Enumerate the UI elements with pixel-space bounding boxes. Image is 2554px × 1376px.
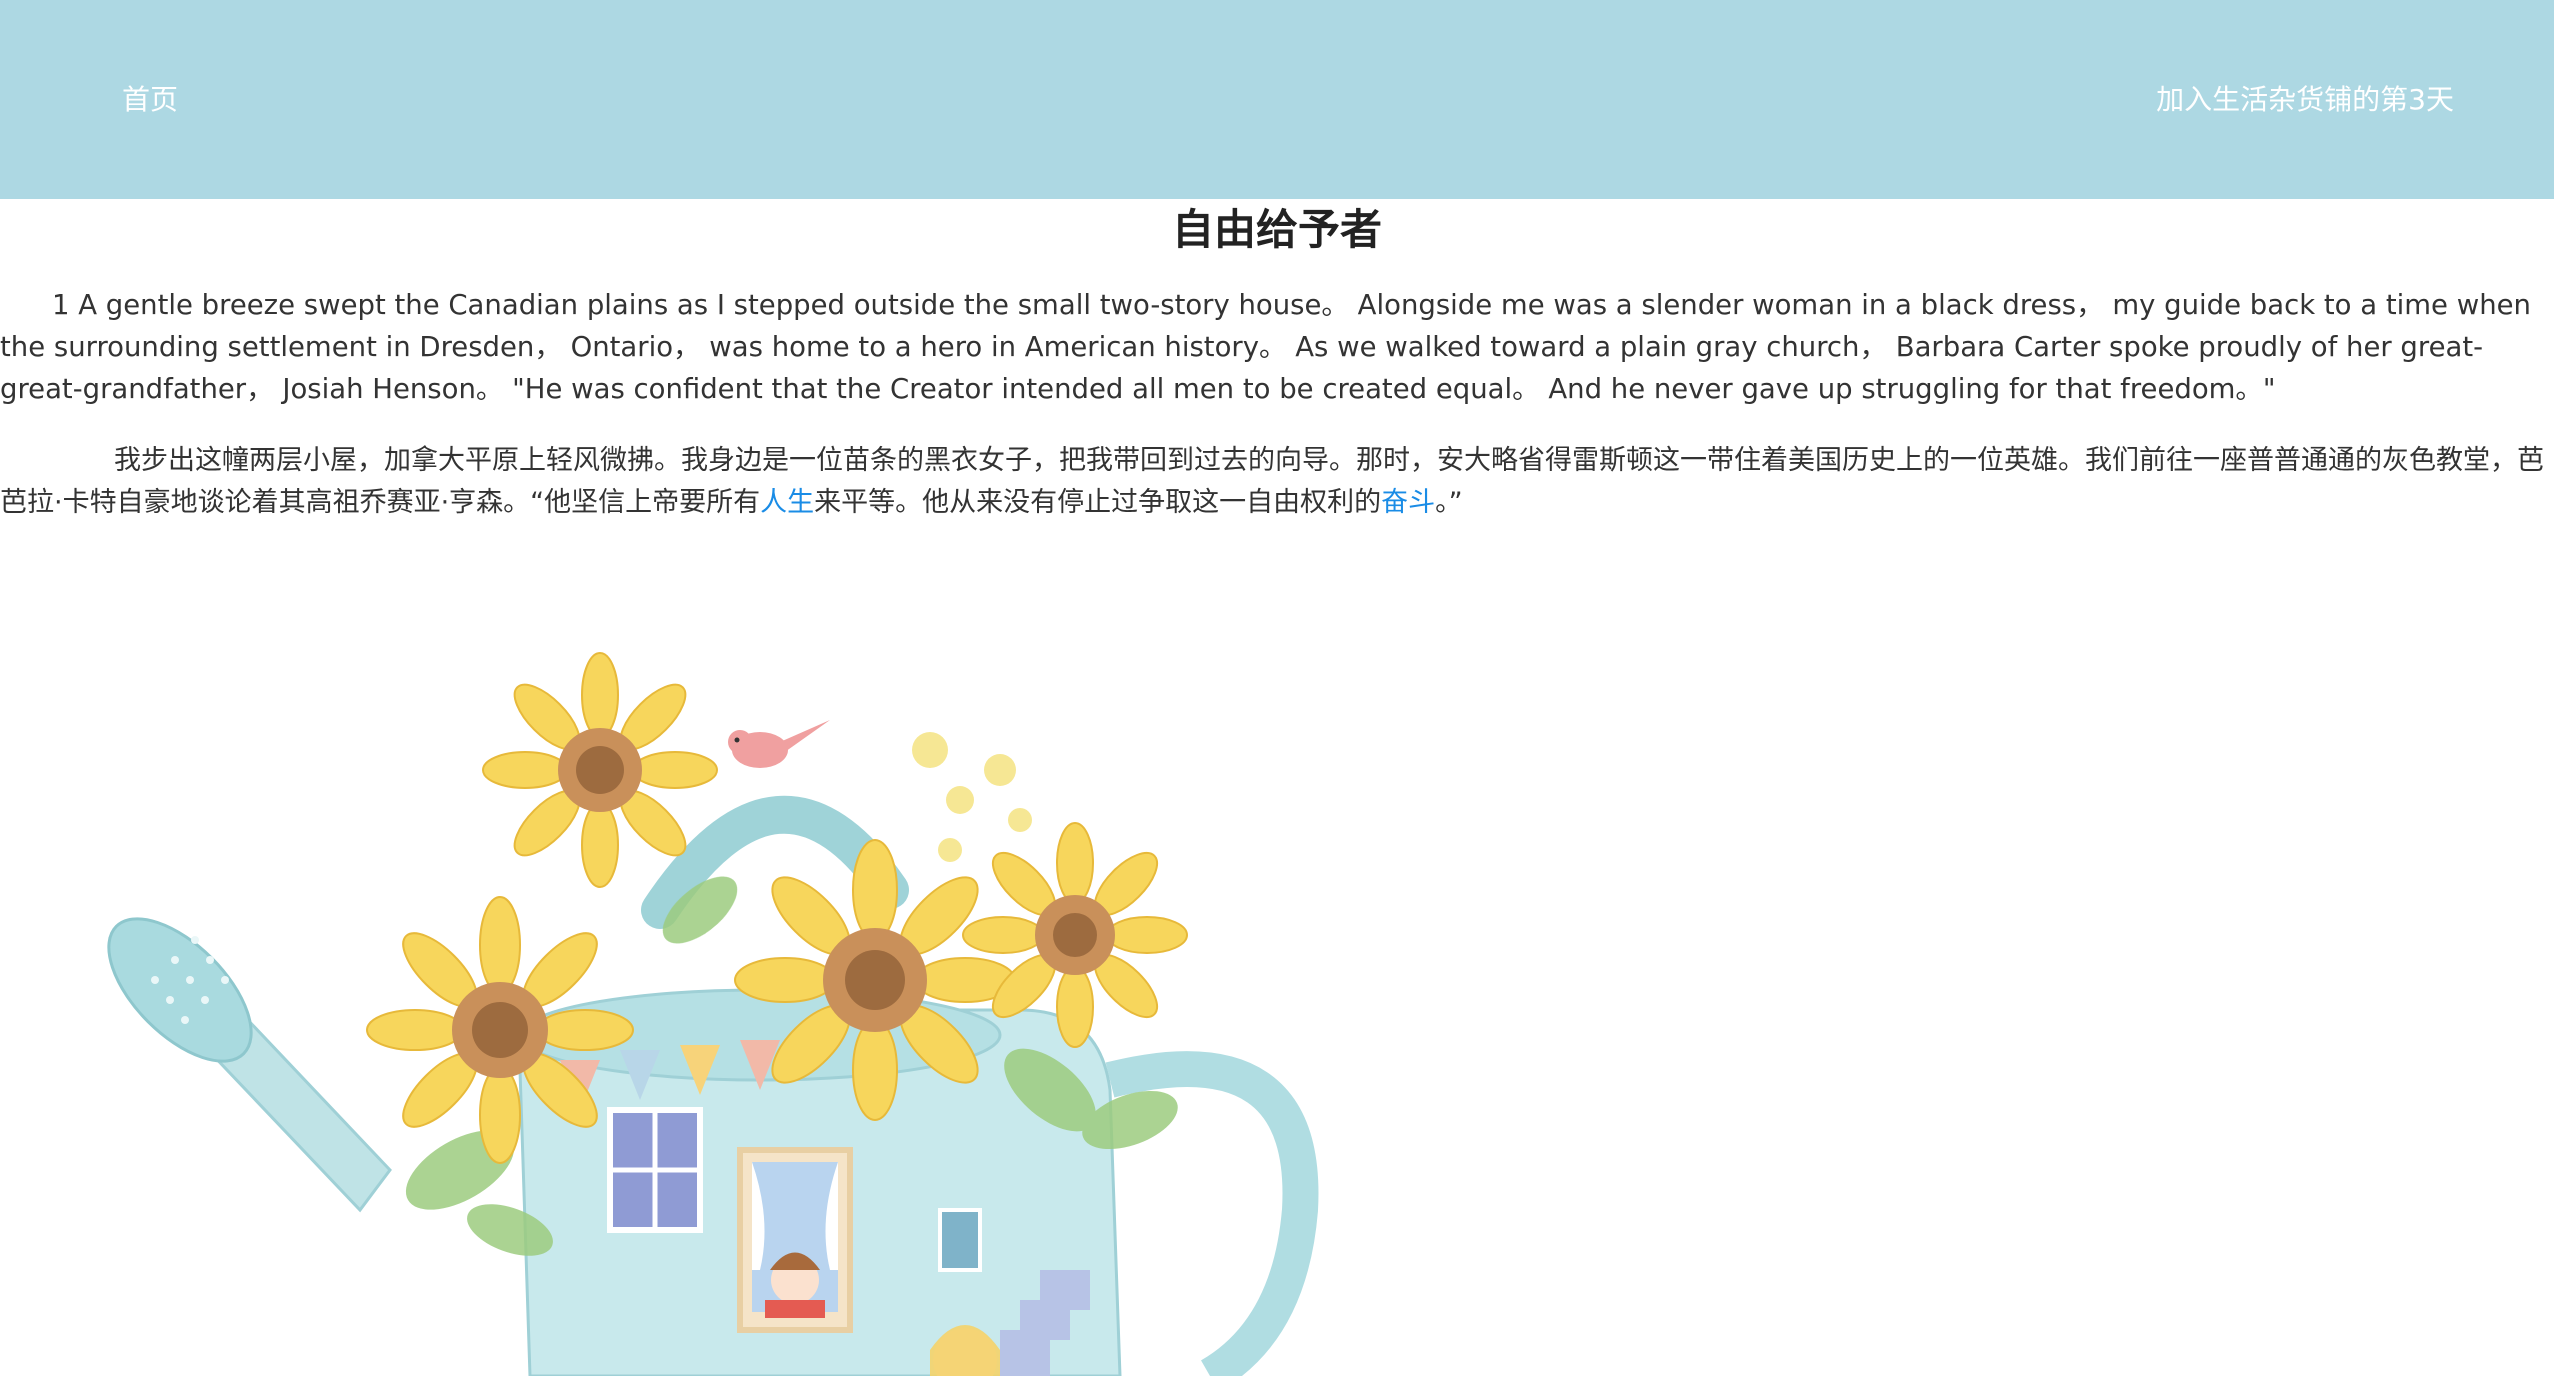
window-left (607, 1107, 703, 1233)
nav-home-link[interactable]: 首页 (122, 78, 178, 122)
keyword-link-life[interactable]: 人生 (760, 487, 814, 518)
window-right (938, 1208, 982, 1272)
english-paragraph: 1 A gentle breeze swept the Canadian pla… (0, 289, 2531, 405)
article-title: 自由给予者 (1171, 205, 1382, 254)
chinese-paragraph: 我步出这幢两层小屋，加拿大平原上轻风微拂。我身边是一位苗条的黑衣女子，把我带回到… (0, 440, 2554, 524)
top-header: 首页 加入生活杂货铺的第3天 (0, 0, 2554, 199)
watering-can-spout (107, 917, 392, 1213)
member-day-counter: 加入生活杂货铺的第3天 (2156, 83, 2454, 116)
chinese-text-part-2: 来平等。他从来没有停止过争取这一自由权利的 (814, 487, 1382, 518)
keyword-link-struggle[interactable]: 奋斗 (1381, 487, 1435, 518)
chinese-text-part-3: 。” (1435, 487, 1463, 518)
window-with-child (737, 1147, 853, 1333)
small-flowers (912, 732, 1032, 862)
sunflower-watering-can-illustration (107, 652, 1319, 1376)
bird-icon (728, 720, 830, 768)
